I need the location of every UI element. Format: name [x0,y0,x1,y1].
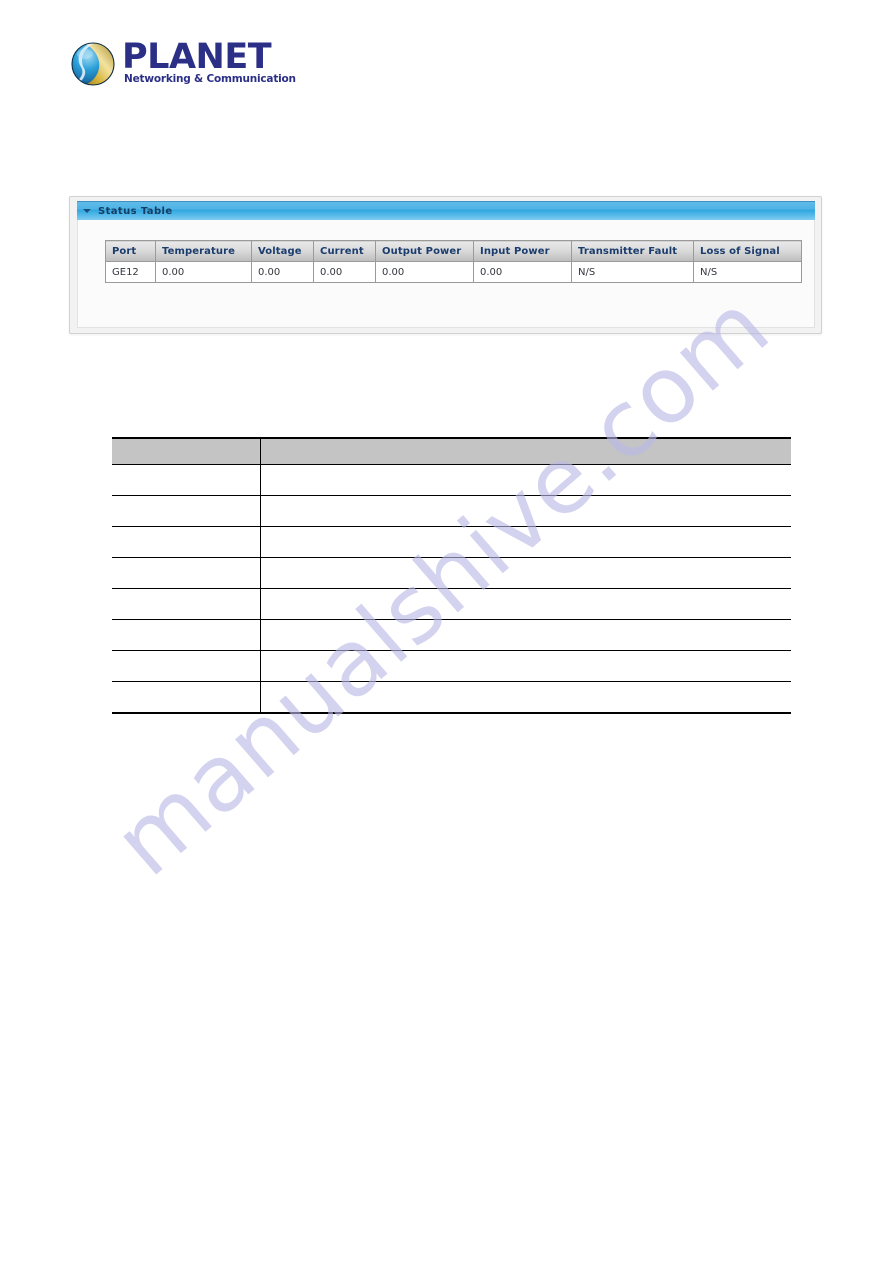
cell-description [259,588,791,620]
column-header-voltage[interactable]: Voltage [251,240,314,262]
brand-tagline-text: Networking & Communication [124,73,296,85]
planet-logo: PLANET Networking & Communication [70,38,310,94]
cell-current: 0.00 [313,261,376,283]
cell-input-power: 0.00 [473,261,572,283]
status-table-header-row: Port Temperature Voltage Current Output … [105,240,802,262]
cell-transmitter-fault: N/S [571,261,694,283]
column-header-port[interactable]: Port [105,240,156,262]
cell-voltage: 0.00 [251,261,314,283]
column-header-current[interactable]: Current [313,240,376,262]
column-header-output-power[interactable]: Output Power [375,240,474,262]
table-row [112,495,791,527]
table-row [112,464,791,496]
column-header-input-power[interactable]: Input Power [473,240,572,262]
table-row [112,681,791,714]
cell-description [259,650,791,682]
table-row [112,619,791,651]
cell-description [259,681,791,714]
cell-object [112,619,260,651]
cell-loss-of-signal: N/S [693,261,802,283]
status-table-panel: Status Table Port Temperature Voltage Cu… [69,196,822,334]
globe-icon [71,42,115,86]
planet-wordmark: PLANET Networking & Communication [122,38,296,85]
cell-description [259,557,791,589]
description-table [112,437,791,714]
table-row [112,588,791,620]
cell-temperature: 0.00 [155,261,252,283]
cell-object [112,526,260,558]
status-panel-body: Port Temperature Voltage Current Output … [77,220,815,328]
cell-object [112,464,260,496]
status-panel-header[interactable]: Status Table [77,201,815,220]
cell-description [259,464,791,496]
status-panel-title: Status Table [98,205,173,217]
cell-object [112,495,260,527]
cell-port: GE12 [105,261,156,283]
table-row [112,650,791,682]
brand-name-text: PLANET [122,38,272,77]
status-table: Port Temperature Voltage Current Output … [105,240,802,283]
cell-description [259,619,791,651]
cell-object [112,557,260,589]
column-header-transmitter-fault[interactable]: Transmitter Fault [571,240,694,262]
cell-object [112,650,260,682]
table-row [112,557,791,589]
column-header-loss-of-signal[interactable]: Loss of Signal [693,240,802,262]
column-header-temperature[interactable]: Temperature [155,240,252,262]
cell-output-power: 0.00 [375,261,474,283]
cell-description [259,495,791,527]
cell-object [112,588,260,620]
cell-description [259,526,791,558]
chevron-down-icon[interactable] [83,209,91,213]
description-column-header-object [112,437,260,465]
table-row: GE12 0.00 0.00 0.00 0.00 0.00 N/S N/S [105,261,802,283]
description-table-header-row [112,437,791,465]
description-column-header-description [259,437,791,465]
cell-object [112,681,260,714]
table-row [112,526,791,558]
